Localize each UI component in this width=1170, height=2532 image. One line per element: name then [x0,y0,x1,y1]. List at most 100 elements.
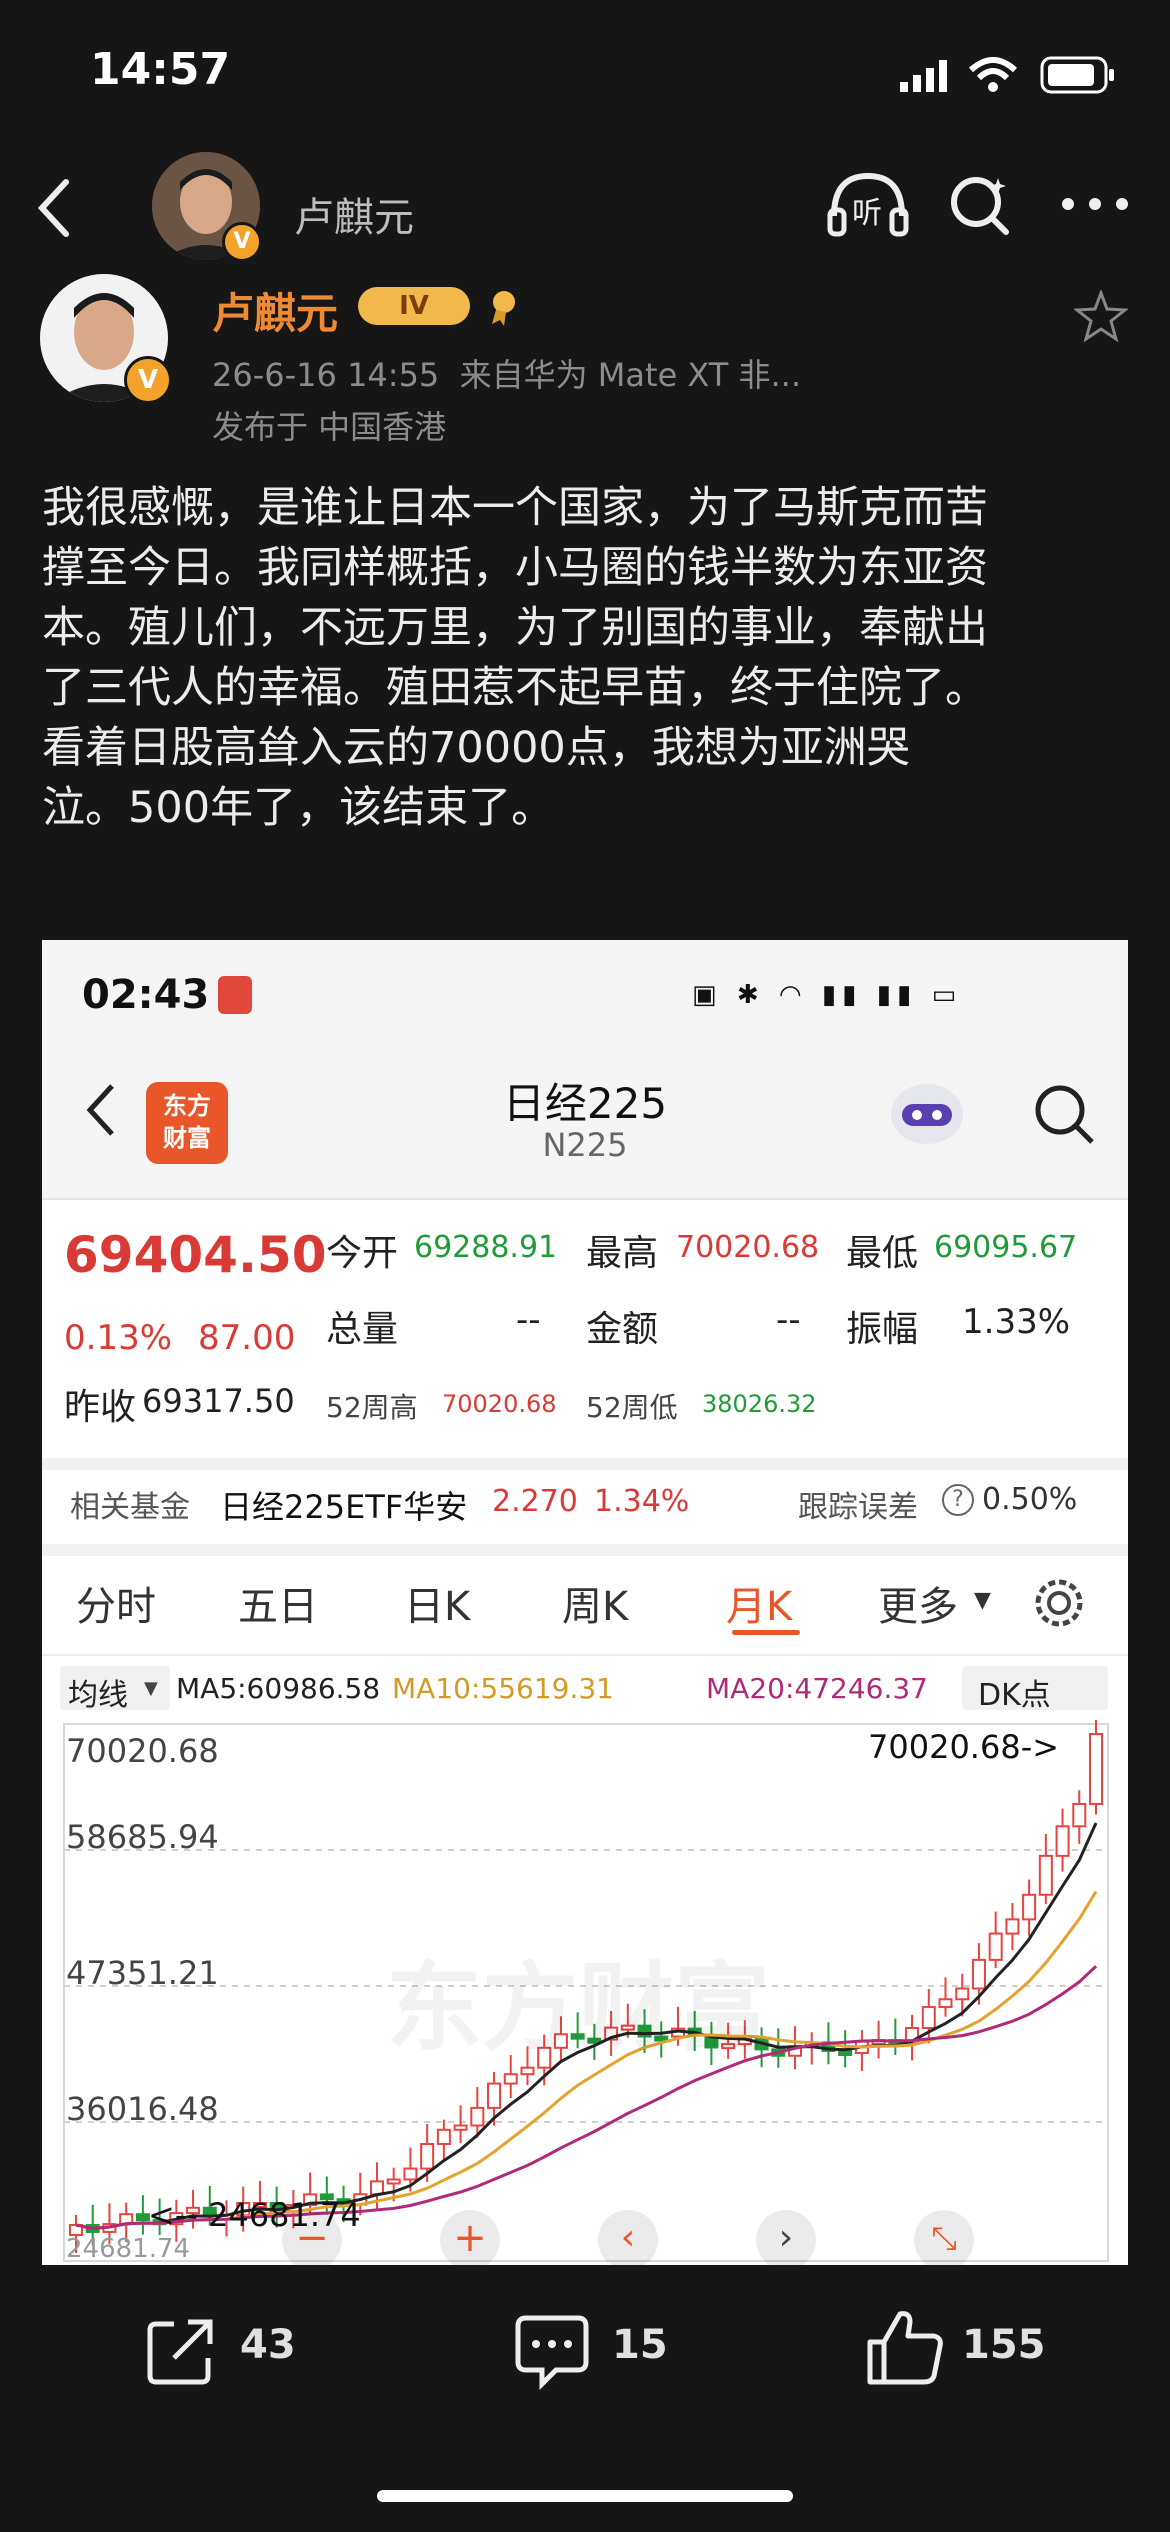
gear-icon[interactable] [1030,1574,1088,1632]
fund-label: 相关基金 [70,1490,190,1525]
high-value: 70020.68 [676,1230,820,1265]
watermark: 东方财富 [386,1952,770,2064]
dk-label: DK点 [978,1678,1051,1713]
post-meta: 26-6-16 14:55 来自华为 Mate XT 非... [212,350,801,396]
max-marker: 70020.68-> [868,1728,1060,1766]
volume-label: 总量 [326,1309,399,1350]
zoom-in-button[interactable]: + [440,2210,500,2265]
open-label: 今开 [326,1233,399,1274]
amount-value: -- [776,1300,801,1340]
post-line: 撑至今日。我同样概括，小马圈的钱半数为东亚资 [42,543,988,593]
tab-monthly-k[interactable]: 月K [726,1574,792,1632]
post-line: 泣。500年了，该结束了。 [42,783,555,833]
more-icon[interactable] [1060,196,1130,212]
back-icon[interactable] [34,176,74,240]
search-icon[interactable] [948,172,1014,238]
dk-button[interactable]: DK点 [962,1666,1108,1713]
nav-title: 卢麒元 [294,195,414,241]
current-price: 69404.50 [64,1226,327,1284]
like-icon[interactable] [864,2306,944,2388]
prev-close-label: 昨收 [64,1387,137,1428]
ma-dropdown-icon: ▼ [144,1678,158,1699]
y-axis-label: 70020.68 [66,1732,219,1770]
y-axis-label: 47351.21 [66,1954,219,1992]
post-time: 26-6-16 14:55 [212,356,440,394]
author-name[interactable]: 卢麒元 [212,280,338,341]
w52-high-label: 52周高 [326,1391,418,1424]
w52-low-value: 38026.32 [702,1390,817,1418]
amplitude-label: 振幅 [846,1309,919,1350]
listen-button[interactable]: 听 [826,170,910,240]
author-verified-icon: V [124,356,172,404]
ma5-value: MA5:60986.58 [176,1672,381,1705]
low-label: 最低 [846,1233,919,1274]
ma10-value: MA10:55619.31 [392,1672,614,1705]
divider [42,1458,1128,1470]
volume-value: -- [516,1300,541,1340]
ma-selector[interactable]: 均线 ▼ [60,1666,170,1713]
verified-badge-icon: V [222,222,262,262]
wifi-icon [968,57,1018,92]
comment-icon[interactable] [512,2312,592,2390]
fund-name: 日经225ETF华安 [220,1488,468,1526]
home-indicator[interactable] [377,2490,793,2502]
ma20-value: MA20:47246.37 [706,1672,928,1705]
tab-daily-k[interactable]: 日K [404,1574,470,1632]
share-icon[interactable] [144,2312,220,2388]
zoom-out-button[interactable]: − [282,2210,342,2265]
y-axis-label: 24681.74 [66,2234,191,2264]
tab-weekly-k[interactable]: 周K [562,1574,628,1632]
ma-selector-label: 均线 [68,1678,128,1713]
fund-price: 2.270 [492,1484,578,1519]
change-pct: 0.13% [64,1318,173,1358]
chart-controls: − + ‹ › ⤡ [282,2210,1128,2265]
post-source: 来自华为 Mate XT 非... [459,356,802,394]
signal-icon [900,60,947,92]
post-location: 发布于 中国香港 [212,408,447,446]
amplitude-value: 1.33% [962,1302,1071,1342]
y-axis-label: 58685.94 [66,1818,219,1856]
train-icon [218,976,252,1014]
post-line: 本。殖儿们，不远万里，为了别国的事业，奉献出 [42,603,988,653]
fund-pct: 1.34% [594,1484,690,1519]
divider [42,1654,1128,1656]
low-value: 69095.67 [934,1230,1078,1265]
y-axis-label: 36016.48 [66,2090,219,2128]
listen-label: 听 [852,196,882,231]
post-text: 我很感慨，是谁让日本一个国家，为了马斯克而苦 撑至今日。我同样概括，小马圈的钱半… [42,478,1132,838]
open-value: 69288.91 [414,1230,558,1265]
image-status-time: 02:43 [82,972,210,1018]
post-image[interactable]: 02:43 ▣ ✱ ◠ ▮▮ ▮▮ ▭ 东方 财富 日经225 N225 694… [42,940,1128,2265]
fullscreen-button[interactable]: ⤡ [914,2210,974,2265]
battery-icon [1040,56,1114,94]
w52-low-label: 52周低 [586,1391,678,1424]
tab-fenshi[interactable]: 分时 [76,1574,156,1632]
help-icon: ? [942,1484,974,1516]
post-line: 看着日股高耸入云的70000点，我想为亚洲哭 [42,723,910,773]
comment-count[interactable]: 15 [612,2322,668,2368]
post-line: 我很感慨，是谁让日本一个国家，为了马斯克而苦 [42,483,988,533]
medal-icon [492,291,515,326]
star-icon[interactable] [1074,290,1128,342]
level-badge: IV [358,287,470,325]
w52-high-value: 70020.68 [442,1390,557,1418]
tab-more[interactable]: 更多 [878,1574,958,1632]
image-status-icons: ▣ ✱ ◠ ▮▮ ▮▮ ▭ [692,980,963,1010]
scroll-right-button[interactable]: › [756,2210,816,2265]
post-line: 了三代人的幸福。殖田惹不起早苗，终于住院了。 [42,663,988,713]
robot-assistant-icon [891,1084,963,1144]
scroll-left-button[interactable]: ‹ [598,2210,658,2265]
tab-wuri[interactable]: 五日 [238,1574,318,1632]
tracking-label: 跟踪误差 [798,1490,918,1525]
prev-close: 69317.50 [142,1382,295,1420]
status-time: 14:57 [90,44,231,95]
like-count[interactable]: 155 [962,2322,1046,2368]
status-bar: 14:57 [0,0,1170,150]
image-search-icon [1035,1085,1094,1144]
divider [42,1198,1128,1200]
high-label: 最高 [586,1233,659,1274]
tab-indicator [732,1630,800,1635]
share-count[interactable]: 43 [240,2322,296,2368]
dropdown-icon: ▼ [974,1588,991,1613]
amount-label: 金额 [586,1309,659,1350]
